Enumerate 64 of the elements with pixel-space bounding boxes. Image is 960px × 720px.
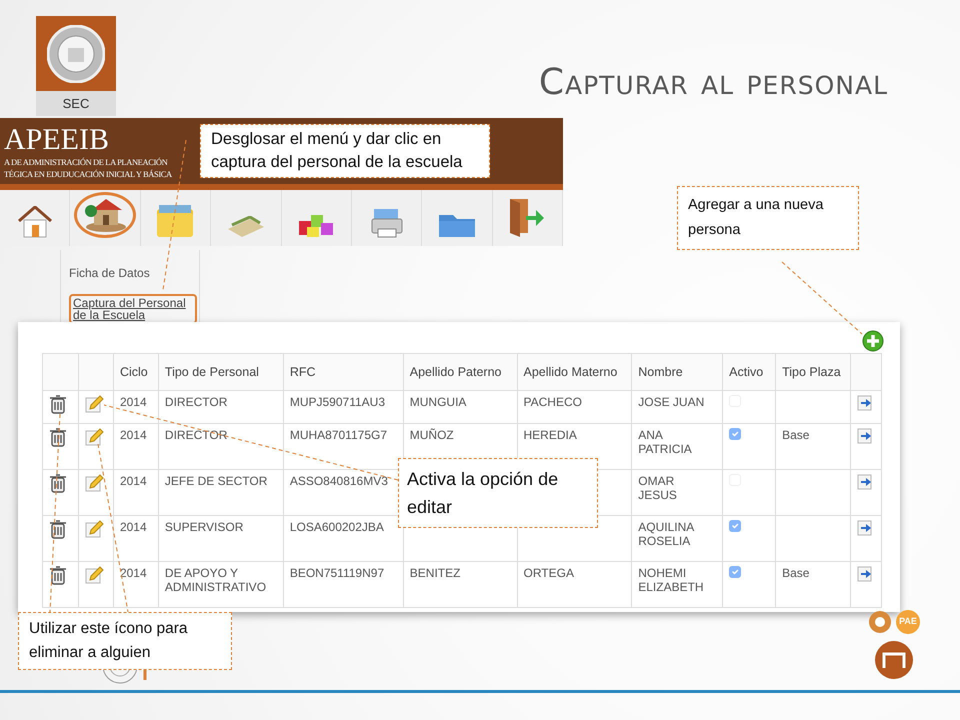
printer-icon [370,208,403,238]
table-cell: SUPERVISOR [158,516,284,562]
column-header: Tipo Plaza [776,354,850,390]
table-cell: 2014 [113,470,158,516]
trash-icon[interactable] [49,566,67,585]
app-title: APEEIB [4,124,109,156]
table-cell: NOHEMI ELIZABETH [632,562,723,608]
logo-badge: PAE [896,610,920,634]
table-cell: ANA PATRICIA [632,424,723,470]
table-cell: Base [776,562,850,608]
emblem-icon [868,610,892,634]
table-cell: DIRECTOR [158,390,284,424]
folder-icon [438,214,476,238]
trash-icon[interactable] [49,474,67,493]
table-cell: BEON751119N97 [283,562,404,608]
pencil-icon[interactable] [84,474,104,492]
add-icon[interactable] [862,330,884,352]
books-icon [226,216,265,238]
instruction-tooltip: Agregar a una nueva persona [677,186,859,250]
trash-icon[interactable] [49,520,67,539]
seal-icon [47,24,105,82]
column-header: RFC [283,354,404,390]
building-logo-icon [874,640,914,680]
column-header: Ciclo [113,354,158,390]
column-header: Tipo de Personal [158,354,284,390]
pencil-icon[interactable] [84,566,104,584]
logo-label: SEC [36,91,116,116]
instruction-tooltip: Activa la opción de editar [398,458,598,528]
pencil-icon[interactable] [84,395,104,413]
table-cell: 2014 [113,424,158,470]
table-cell: DIRECTOR [158,424,284,470]
blocks-icon [298,214,334,238]
house-icon [18,206,52,238]
table-cell: PACHECO [517,390,632,424]
exit-door-icon [509,198,546,238]
table-cell: 2014 [113,562,158,608]
table-cell: OMAR JESUS [632,470,723,516]
slide-title: Capturar al personal [538,61,888,105]
school-building-icon [84,198,127,232]
trash-icon[interactable] [49,428,67,447]
table-cell: AQUILINA ROSELIA [632,516,723,562]
trash-icon[interactable] [49,395,67,414]
table-cell: DE APOYO Y ADMINISTRATIVO [158,562,284,608]
table-cell: MUPJ590711AU3 [283,390,404,424]
app-subtitle: TÉGICA EN EDUDUCACIÓN INICIAL Y BÁSICA [4,168,172,180]
table-cell: MUNGUIA [403,390,517,424]
table-cell: 2014 [113,516,158,562]
table-cell: ORTEGA [517,562,632,608]
pencil-icon[interactable] [84,520,104,538]
column-header: Activo [722,354,776,390]
column-header: Apellido Paterno [403,354,517,390]
column-header: Nombre [632,354,723,390]
column-header: Apellido Materno [517,354,632,390]
table-cell: JOSE JUAN [632,390,723,424]
table-cell: BENITEZ [403,562,517,608]
app-subtitle: A DE ADMINISTRACIÓN DE LA PLANEACIÓN [4,156,168,168]
folder-icon [156,204,194,238]
instruction-tooltip: Utilizar este ícono para eliminar a alguien [18,612,232,670]
menu-item[interactable]: Ficha de Datos [69,266,150,280]
table-cell: 2014 [113,390,158,424]
pencil-icon[interactable] [84,428,104,446]
table-cell: Base [776,424,850,470]
table-cell: JEFE DE SECTOR [158,470,284,516]
instruction-tooltip: Desglosar el menú y dar clic en captura del personal de la escuela [200,124,490,178]
